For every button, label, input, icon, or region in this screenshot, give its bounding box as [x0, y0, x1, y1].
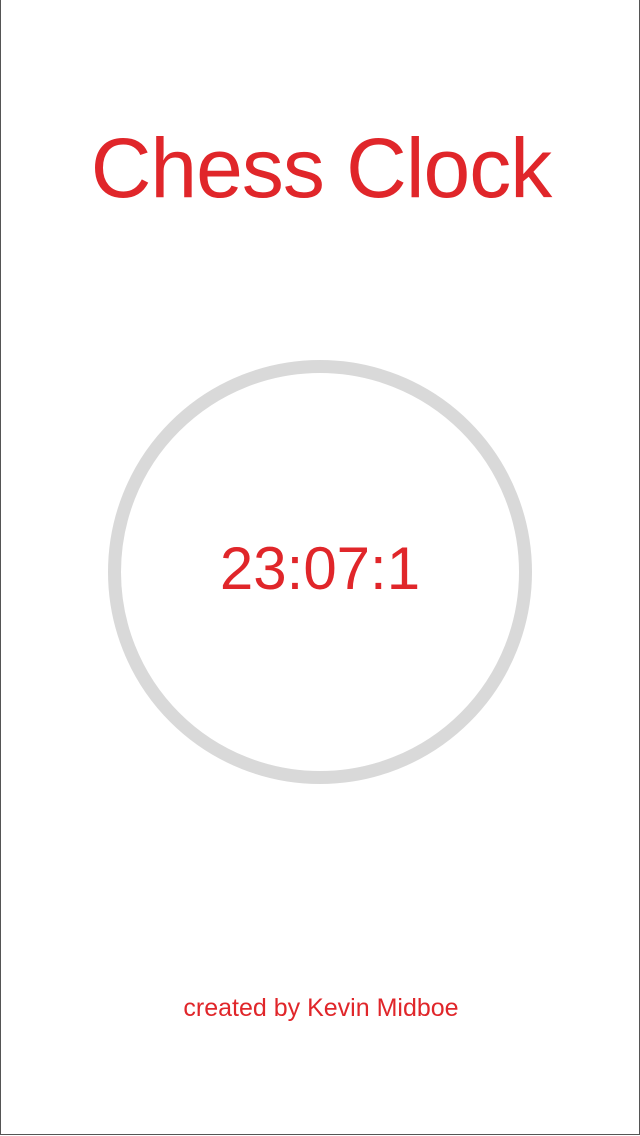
app-title: Chess Clock [90, 121, 552, 215]
time-display: 23:07:1 [219, 535, 421, 602]
app-screen: Chess Clock 23:07:1 created by Kevin Mid… [0, 0, 640, 1135]
clock-button[interactable]: 23:07:1 [108, 360, 532, 784]
credit-text: created by Kevin Midboe [183, 994, 459, 1022]
